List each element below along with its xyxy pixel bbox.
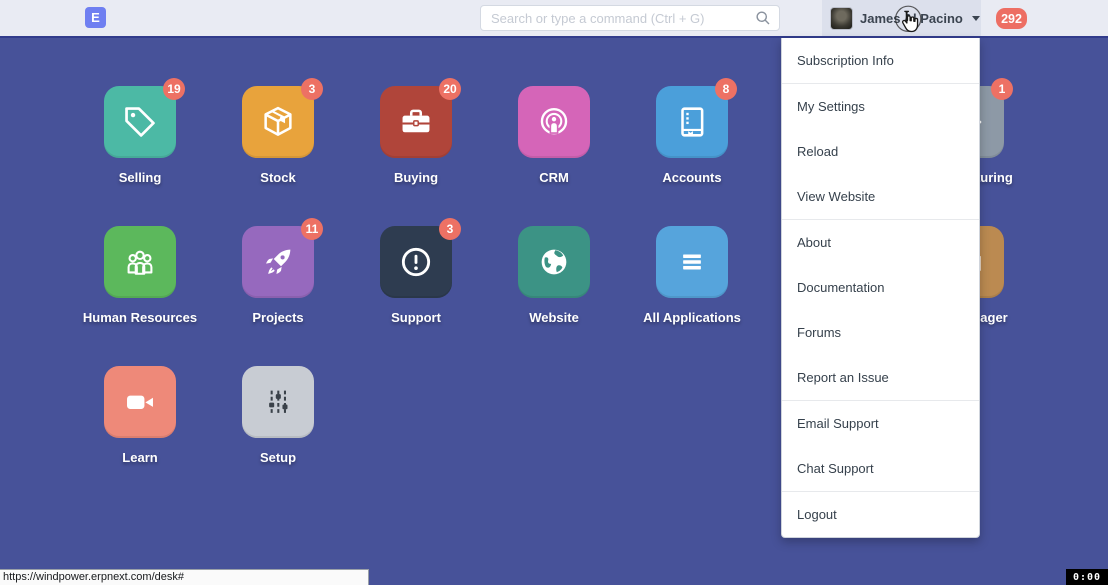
app-label: Human Resources xyxy=(71,310,209,325)
app-crm[interactable]: CRM xyxy=(485,86,623,185)
menu-item-view-website[interactable]: View Website xyxy=(782,174,979,219)
search-icon[interactable] xyxy=(753,8,773,28)
podcast-icon xyxy=(535,103,573,141)
sliders-icon xyxy=(259,383,297,421)
app-tile[interactable] xyxy=(104,226,176,298)
app-setup[interactable]: Setup xyxy=(209,366,347,465)
menu-item-documentation[interactable]: Documentation xyxy=(782,265,979,310)
recording-timer: 0:00 xyxy=(1066,569,1108,585)
menu-item-reload[interactable]: Reload xyxy=(782,129,979,174)
avatar xyxy=(830,7,853,30)
app-label: CRM xyxy=(485,170,623,185)
app-label: Selling xyxy=(71,170,209,185)
username: James Al Pacino xyxy=(860,11,963,26)
app-buying[interactable]: 20 Buying xyxy=(347,86,485,185)
app-tile[interactable]: 20 xyxy=(380,86,452,158)
app-tile[interactable]: 3 xyxy=(242,86,314,158)
menu-item-about[interactable]: About xyxy=(782,220,979,265)
app-tile[interactable]: 8 xyxy=(656,86,728,158)
erpnext-logo[interactable]: E xyxy=(85,7,106,28)
app-label: Projects xyxy=(209,310,347,325)
app-learn[interactable]: Learn xyxy=(71,366,209,465)
people-icon xyxy=(121,243,159,281)
rocket-icon xyxy=(259,243,297,281)
app-stock[interactable]: 3 Stock xyxy=(209,86,347,185)
video-camera-icon xyxy=(121,383,159,421)
app-human-resources[interactable]: Human Resources xyxy=(71,226,209,325)
app-label: Support xyxy=(347,310,485,325)
app-tile[interactable] xyxy=(656,226,728,298)
app-label: Buying xyxy=(347,170,485,185)
unread-count-badge: 20 xyxy=(439,78,461,100)
app-tile[interactable] xyxy=(242,366,314,438)
app-accounts[interactable]: 8 Accounts xyxy=(623,86,761,185)
globe-icon xyxy=(535,243,573,281)
app-label: Accounts xyxy=(623,170,761,185)
app-support[interactable]: 3 Support xyxy=(347,226,485,325)
tag-icon xyxy=(121,103,159,141)
search-input[interactable] xyxy=(481,11,753,26)
box-icon xyxy=(259,103,297,141)
ledger-icon xyxy=(673,103,711,141)
app-label: Learn xyxy=(71,450,209,465)
briefcase-icon xyxy=(397,103,435,141)
app-tile[interactable]: 3 xyxy=(380,226,452,298)
menu-item-email-support[interactable]: Email Support xyxy=(782,401,979,446)
menu-item-my-settings[interactable]: My Settings xyxy=(782,84,979,129)
menu-item-chat-support[interactable]: Chat Support xyxy=(782,446,979,491)
link-status-bar: https://windpower.erpnext.com/desk# xyxy=(0,569,369,585)
app-tile[interactable] xyxy=(518,226,590,298)
app-tile[interactable]: 19 xyxy=(104,86,176,158)
unread-count-badge: 8 xyxy=(715,78,737,100)
menu-item-report-an-issue[interactable]: Report an Issue xyxy=(782,355,979,400)
user-menu-trigger[interactable]: James Al Pacino xyxy=(822,0,981,36)
menu-item-forums[interactable]: Forums xyxy=(782,310,979,355)
app-tile[interactable] xyxy=(104,366,176,438)
unread-count-badge: 3 xyxy=(439,218,461,240)
app-label: Stock xyxy=(209,170,347,185)
app-label: Website xyxy=(485,310,623,325)
unread-count-badge: 3 xyxy=(301,78,323,100)
app-tile[interactable]: 11 xyxy=(242,226,314,298)
unread-count-badge: 19 xyxy=(163,78,185,100)
user-dropdown-menu: Subscription Info My Settings Reload Vie… xyxy=(781,38,980,538)
erpnext-desk: { "navbar": { "logo_text": "E", "search"… xyxy=(0,0,1108,585)
unread-count-badge: 11 xyxy=(301,218,323,240)
app-projects[interactable]: 11 Projects xyxy=(209,226,347,325)
app-website[interactable]: Website xyxy=(485,226,623,325)
app-label: Setup xyxy=(209,450,347,465)
menu-lines-icon xyxy=(673,243,711,281)
app-all-applications[interactable]: All Applications xyxy=(623,226,761,325)
global-search xyxy=(480,5,780,31)
app-label: All Applications xyxy=(623,310,761,325)
app-selling[interactable]: 19 Selling xyxy=(71,86,209,185)
chevron-down-icon xyxy=(972,16,980,21)
app-tile[interactable] xyxy=(518,86,590,158)
menu-item-logout[interactable]: Logout xyxy=(782,492,979,537)
alert-circle-icon xyxy=(397,243,435,281)
unread-count-badge: 1 xyxy=(991,78,1013,100)
notifications-badge[interactable]: 292 xyxy=(996,8,1027,29)
menu-item-subscription-info[interactable]: Subscription Info xyxy=(782,38,979,83)
navbar: E James Al Pacino 292 xyxy=(0,0,1108,38)
